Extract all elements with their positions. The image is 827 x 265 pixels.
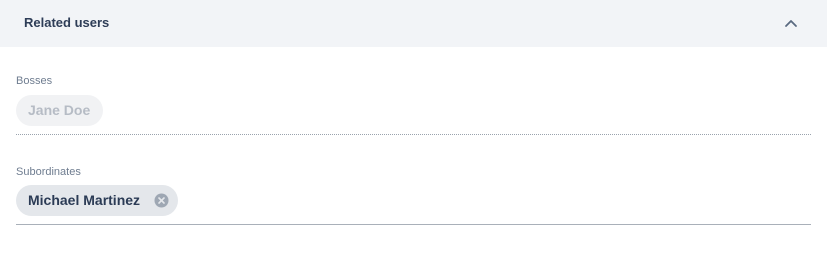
subordinates-label: Subordinates [16,166,81,178]
bosses-label: Bosses [16,75,53,87]
panel-title: Related users [24,15,110,30]
panel-header[interactable]: Related users [0,0,827,47]
close-circle-icon [154,193,169,208]
remove-subordinate-button[interactable] [154,193,169,208]
subordinate-chip-name: Michael Martinez [28,192,141,208]
subordinates-field[interactable]: Subordinates Michael Martinez [16,165,811,225]
chevron-up-icon[interactable] [781,14,801,32]
boss-chip-name: Jane Doe [28,102,91,118]
related-users-panel: Related users Bosses Jane Doe Subordinat… [0,0,827,265]
boss-chip: Jane Doe [16,95,103,126]
subordinate-chip: Michael Martinez [16,185,178,216]
bosses-field: Bosses Jane Doe [16,74,811,135]
